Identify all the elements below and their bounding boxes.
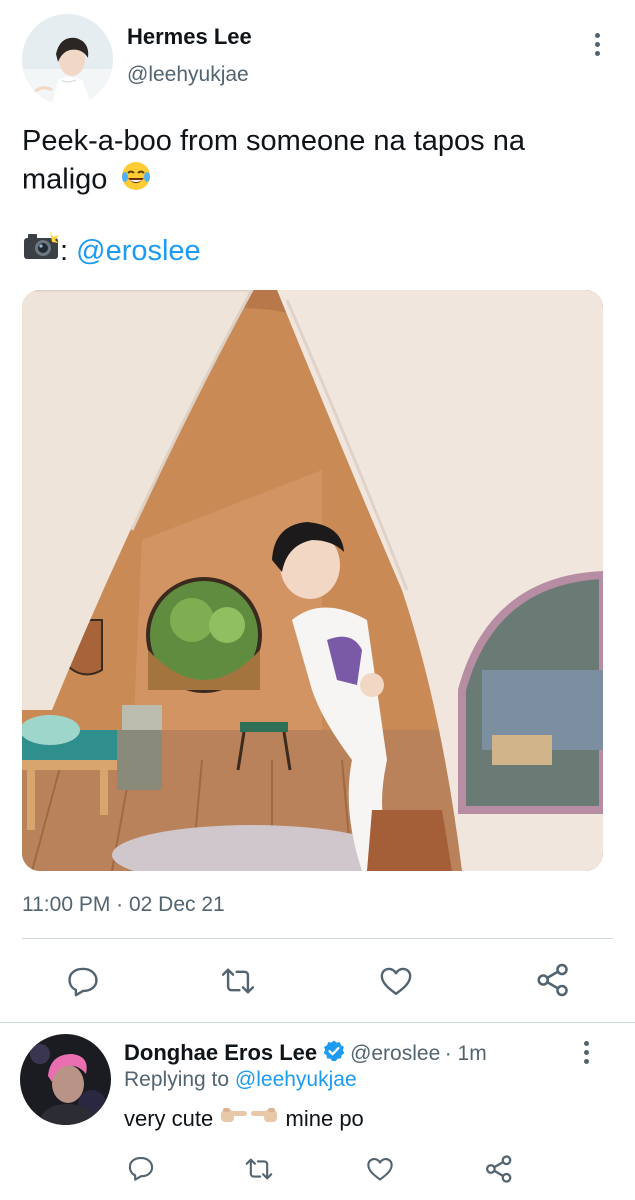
reply-author-handle[interactable]: @eroslee (350, 1042, 440, 1065)
replying-to: Replying to @leehyukjae (124, 1068, 357, 1092)
reply-text-part2: mine po (285, 1106, 364, 1131)
reply-text-part1: very cute (124, 1106, 214, 1131)
reply-author-name[interactable]: Donghae Eros Lee (124, 1040, 317, 1065)
reply-retweet-icon[interactable] (243, 1155, 275, 1183)
reply-reply-icon[interactable] (127, 1154, 155, 1182)
reply-more-options-icon[interactable] (584, 1041, 590, 1068)
tweet-text: Peek-a-boo from someone na tapos na mali… (22, 122, 612, 202)
author-handle[interactable]: @leehyukjae (127, 63, 249, 87)
share-icon[interactable] (535, 962, 571, 998)
face-with-tears-of-joy-icon (120, 160, 152, 202)
camera-with-flash-icon (22, 229, 60, 271)
tent-photo (22, 290, 603, 871)
photo-credit-mention[interactable]: @eroslee (76, 235, 201, 267)
divider-bottom (0, 1022, 635, 1023)
divider-top (22, 938, 613, 939)
photo-credit: : @eroslee (22, 229, 201, 271)
tweet-text-line1: Peek-a-boo from someone na tapos na (22, 125, 525, 157)
reply-author-avatar[interactable] (20, 1034, 111, 1125)
tweet-text-line2-row: maligo (22, 160, 612, 202)
retweet-icon[interactable] (219, 964, 257, 998)
reply-header: Donghae Eros Lee @eroslee · 1m (124, 1040, 487, 1068)
reply-like-icon[interactable] (365, 1155, 395, 1183)
reply-text: very cute mine po (124, 1106, 364, 1133)
tweet-timestamp[interactable]: 11:00 PM · 02 Dec 21 (22, 893, 225, 917)
reply-time: · 1m (444, 1042, 487, 1065)
more-options-icon[interactable] (595, 33, 601, 60)
reply-icon[interactable] (66, 964, 100, 998)
author-avatar[interactable] (22, 14, 113, 105)
replying-to-mention[interactable]: @leehyukjae (235, 1068, 357, 1091)
tweet-image[interactable] (22, 290, 603, 871)
photo-credit-colon: : (60, 235, 69, 267)
replying-to-label: Replying to (124, 1068, 230, 1091)
tweet-text-line2: maligo (22, 163, 108, 196)
verified-badge-icon (322, 1039, 346, 1068)
like-icon[interactable] (378, 964, 414, 998)
author-name[interactable]: Hermes Lee (127, 24, 252, 50)
pointing-left-hand-icon (249, 1103, 279, 1133)
pointing-right-hand-icon (219, 1103, 249, 1133)
reply-share-icon[interactable] (484, 1154, 514, 1184)
